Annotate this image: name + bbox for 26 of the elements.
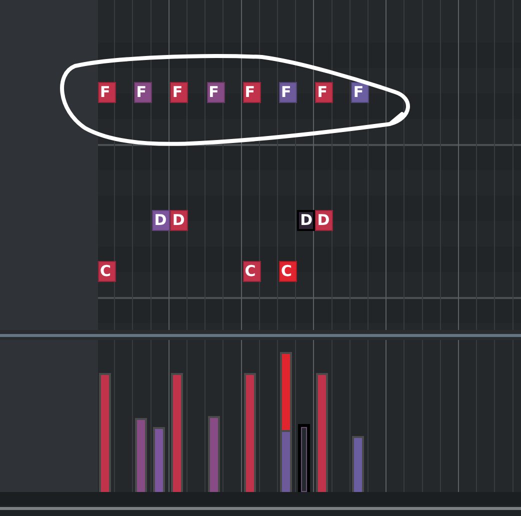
note-block[interactable]: F [206,82,225,103]
note-block[interactable]: C [242,261,261,282]
velocity-bar[interactable] [298,424,310,492]
note-block[interactable]: C [98,261,116,282]
note-block[interactable]: D [170,210,188,231]
velocity-bar[interactable] [171,373,184,492]
note-block[interactable]: D [152,210,170,231]
note-block[interactable]: D [315,210,334,231]
note-block[interactable]: F [170,82,188,103]
velocity-bar[interactable] [280,430,292,492]
note-block[interactable]: F [351,82,370,103]
velocity-bar[interactable] [280,352,292,430]
velocity-bar[interactable] [352,436,364,492]
velocity-bar[interactable] [99,373,111,492]
velocity-bar[interactable] [316,373,328,492]
note-block[interactable]: F [98,82,116,103]
velocity-bar[interactable] [135,418,148,492]
velocity-bar[interactable] [153,426,166,492]
note-block[interactable]: D [297,210,316,231]
note-block[interactable]: F [242,82,261,103]
velocity-bar[interactable] [208,416,220,492]
velocity-bar[interactable] [244,373,256,492]
note-block[interactable]: F [134,82,152,103]
note-block[interactable]: F [315,82,334,103]
note-block[interactable]: F [279,82,297,103]
note-block[interactable]: C [279,261,297,282]
